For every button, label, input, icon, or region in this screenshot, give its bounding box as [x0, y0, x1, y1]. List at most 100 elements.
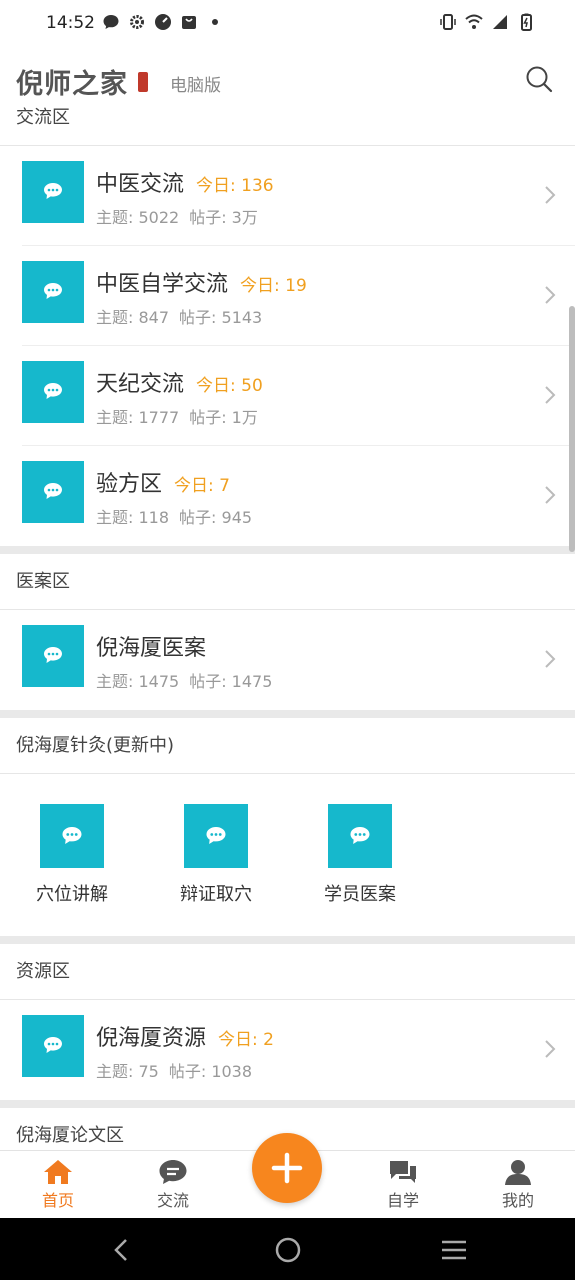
forum-item-zhongyi-zixue[interactable]: 中医自学交流 今日: 19 主题: 847 帖子: 5143 [0, 246, 575, 346]
tab-mine-label: 我的 [501, 1191, 534, 1210]
forum-name: 验方区 [96, 472, 163, 497]
section-separator [0, 546, 575, 554]
system-nav-bar [0, 1218, 575, 1280]
app-logo: 倪师之家 [16, 69, 128, 100]
grid-item-label: 穴位讲解 [36, 884, 108, 905]
forum-name-line: 天纪交流 今日: 50 [96, 366, 263, 398]
forum-item-nihaixia-yian[interactable]: 倪海厦医案 主题: 1475 帖子: 1475 [0, 610, 575, 710]
home-icon [44, 1160, 72, 1184]
forum-name-line: 倪海厦医案 [96, 630, 206, 662]
status-bar: 14:52 [0, 0, 575, 48]
forum-stats: 主题: 1475 帖子: 1475 [96, 668, 272, 692]
section-separator [0, 936, 575, 944]
forum-chat-icon [22, 161, 84, 223]
forum-chat-icon [22, 461, 84, 523]
status-right-icons [439, 13, 535, 31]
logo-seal [138, 72, 148, 92]
forum-posts: 帖子: 1038 [168, 1062, 253, 1081]
section-title-acupuncture: 倪海厦针灸(更新中) [0, 718, 575, 774]
forum-item-yanfang[interactable]: 验方区 今日: 7 主题: 118 帖子: 945 [0, 446, 575, 546]
home-circle-icon[interactable] [274, 1236, 302, 1264]
tab-exchange[interactable]: 交流 [133, 1159, 213, 1211]
acupuncture-grid: 穴位讲解 辩证取穴 学员医案 [0, 774, 575, 936]
chevron-right-icon [545, 286, 556, 304]
desktop-version-link[interactable]: 电脑版 [170, 71, 221, 96]
chevron-right-icon [545, 386, 556, 404]
forum-stats: 主题: 847 帖子: 5143 [96, 304, 262, 328]
tab-home[interactable]: 首页 [18, 1159, 98, 1211]
chevron-right-icon [545, 1040, 556, 1058]
recents-menu-icon[interactable] [440, 1236, 468, 1264]
forum-name: 倪海厦资源 [96, 1026, 207, 1051]
forum-chat-icon [184, 804, 248, 868]
chevron-right-icon [545, 486, 556, 504]
tab-study[interactable]: 自学 [363, 1159, 443, 1211]
search-icon[interactable] [525, 65, 553, 93]
forum-name-line: 中医交流 今日: 136 [96, 166, 274, 198]
messages-icon [390, 1161, 416, 1183]
plus-icon [271, 1152, 303, 1184]
forum-name: 倪海厦医案 [96, 636, 207, 661]
wifi-icon [465, 14, 483, 29]
forum-today-count: 今日: 136 [196, 176, 274, 196]
dot-icon [212, 19, 218, 25]
bag-icon [182, 16, 196, 29]
tab-exchange-label: 交流 [156, 1191, 189, 1210]
forum-name: 中医交流 [96, 172, 185, 197]
vibrate-icon [440, 14, 456, 30]
forum-posts: 帖子: 3万 [189, 208, 258, 227]
battery-icon [521, 13, 532, 31]
new-post-button[interactable] [252, 1133, 322, 1203]
forum-topics: 主题: 847 [96, 308, 170, 327]
user-icon [505, 1160, 531, 1185]
gear-icon [130, 15, 144, 29]
forum-chat-icon [40, 804, 104, 868]
forum-posts: 帖子: 1万 [189, 408, 258, 427]
forum-item-zhongyi-jiaoliu[interactable]: 中医交流 今日: 136 主题: 5022 帖子: 3万 [0, 146, 575, 246]
forum-chat-icon [22, 261, 84, 323]
forum-posts: 帖子: 5143 [179, 308, 263, 327]
app-header: 倪师之家 电脑版 [0, 48, 575, 104]
forum-item-tianji[interactable]: 天纪交流 今日: 50 主题: 1777 帖子: 1万 [0, 346, 575, 446]
grid-item-student-cases[interactable]: 学员医案 [288, 804, 432, 936]
grid-item-label: 学员医案 [324, 884, 396, 905]
grid-item-label: 辩证取穴 [180, 884, 252, 905]
chat-icon [103, 15, 119, 29]
forum-today-count: 今日: 50 [196, 376, 263, 396]
section-title-resources: 资源区 [0, 944, 575, 1000]
forum-stats: 主题: 75 帖子: 1038 [96, 1058, 252, 1082]
back-icon[interactable] [108, 1236, 136, 1264]
forum-posts: 帖子: 945 [179, 508, 253, 527]
forum-posts: 帖子: 1475 [189, 672, 273, 691]
tab-mine[interactable]: 我的 [478, 1159, 558, 1211]
forum-chat-icon [22, 361, 84, 423]
grid-item-acupoint-lecture[interactable]: 穴位讲解 [0, 804, 144, 936]
forum-stats: 主题: 5022 帖子: 3万 [96, 204, 258, 228]
grid-item-syndrome-points[interactable]: 辩证取穴 [144, 804, 288, 936]
forum-topics: 主题: 1475 [96, 672, 180, 691]
forum-name: 中医自学交流 [96, 272, 229, 297]
forum-item-nihaixia-ziyuan[interactable]: 倪海厦资源 今日: 2 主题: 75 帖子: 1038 [0, 1000, 575, 1100]
section-title-cases: 医案区 [0, 554, 575, 610]
forum-stats: 主题: 118 帖子: 945 [96, 504, 252, 528]
forum-chat-icon [22, 1015, 84, 1077]
signal-icon [493, 15, 507, 29]
section-separator [0, 1100, 575, 1108]
forum-today-count: 今日: 7 [174, 476, 230, 496]
scrollbar[interactable] [569, 306, 575, 552]
forum-name: 天纪交流 [96, 372, 185, 397]
forum-topics: 主题: 1777 [96, 408, 180, 427]
forum-today-count: 今日: 19 [240, 276, 307, 296]
tab-study-label: 自学 [386, 1191, 419, 1210]
forum-name-line: 验方区 今日: 7 [96, 466, 230, 498]
chevron-right-icon [545, 650, 556, 668]
forum-name-line: 倪海厦资源 今日: 2 [96, 1020, 274, 1052]
status-time: 14:52 [46, 13, 95, 33]
forum-name-line: 中医自学交流 今日: 19 [96, 266, 307, 298]
speed-icon [155, 14, 171, 30]
section-separator [0, 710, 575, 718]
chat-bubble-icon [159, 1160, 187, 1184]
status-left-icons [102, 13, 224, 31]
forum-list[interactable]: 交流区 中医交流 今日: 136 主题: 5022 帖子: 3万 中医自学交流 今日:… [0, 100, 575, 1150]
forum-topics: 主题: 75 [96, 1062, 159, 1081]
